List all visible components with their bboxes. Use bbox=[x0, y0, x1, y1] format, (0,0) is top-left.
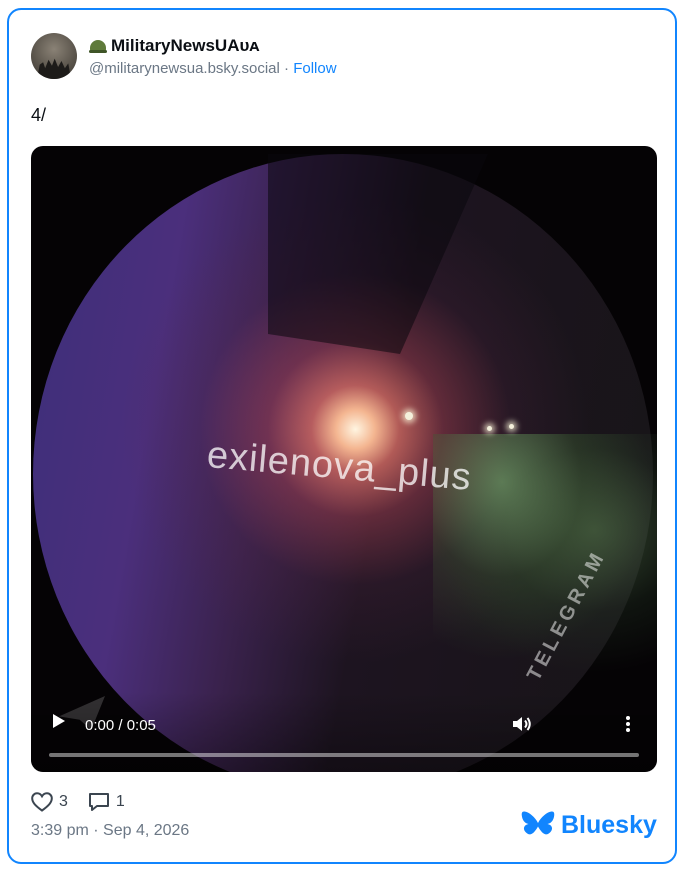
author-handle-row: @militarynewsua.bsky.social · Follow bbox=[89, 60, 337, 77]
street-light bbox=[509, 424, 514, 429]
reply-count: 1 bbox=[115, 793, 125, 810]
handle-separator: · bbox=[279, 60, 294, 77]
embedded-post-card[interactable]: MilitaryNewsUAᴜᴀ @militarynewsua.bsky.so… bbox=[7, 8, 677, 864]
volume-icon[interactable] bbox=[512, 716, 532, 732]
post-timestamp[interactable]: 3:39 pm · Sep 4, 2026 bbox=[31, 822, 189, 840]
author-handle[interactable]: @militarynewsua.bsky.social bbox=[89, 60, 280, 77]
military-helmet-icon bbox=[89, 39, 107, 53]
play-icon[interactable] bbox=[53, 714, 65, 728]
heart-icon bbox=[31, 792, 53, 812]
brand-name: Bluesky bbox=[561, 810, 657, 839]
post-text: 4/ bbox=[31, 105, 47, 125]
video-time: 0:00 / 0:05 bbox=[85, 717, 156, 734]
follow-link[interactable]: Follow bbox=[293, 60, 336, 77]
author-avatar[interactable] bbox=[31, 33, 77, 79]
like-count: 3 bbox=[59, 793, 68, 810]
building-shadow bbox=[268, 154, 488, 354]
author-display-name[interactable]: MilitaryNewsUAᴜᴀ bbox=[111, 36, 259, 56]
street-light bbox=[487, 426, 492, 431]
street-light bbox=[405, 412, 413, 420]
bluesky-brand-link[interactable]: Bluesky bbox=[521, 810, 657, 840]
more-vertical-icon[interactable] bbox=[625, 716, 631, 734]
comment-icon bbox=[88, 793, 109, 811]
soldiers-silhouette-icon bbox=[37, 58, 71, 79]
reply-button[interactable]: 1 bbox=[88, 792, 125, 812]
video-progress-bar[interactable] bbox=[49, 753, 639, 757]
author-name-row: MilitaryNewsUAᴜᴀ bbox=[89, 35, 337, 57]
post-actions: 3 1 bbox=[31, 792, 145, 812]
like-button[interactable]: 3 bbox=[31, 792, 68, 812]
butterfly-icon bbox=[521, 811, 555, 835]
post-header: MilitaryNewsUAᴜᴀ @militarynewsua.bsky.so… bbox=[31, 33, 337, 79]
author-meta: MilitaryNewsUAᴜᴀ @militarynewsua.bsky.so… bbox=[89, 35, 337, 77]
video-player[interactable]: exilenova_plus TELEGRAM 0:00 / 0:05 bbox=[31, 146, 657, 772]
